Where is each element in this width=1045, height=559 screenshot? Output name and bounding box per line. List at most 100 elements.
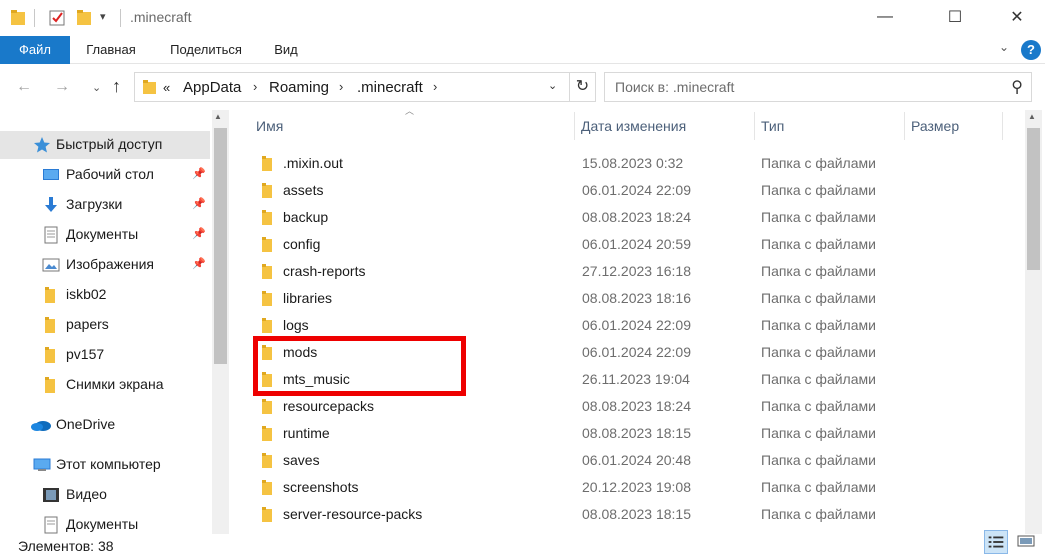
- forward-button[interactable]: →: [54, 78, 70, 96]
- column-name[interactable]: Имя: [256, 118, 283, 134]
- sidebar-item-label: Быстрый доступ: [56, 136, 163, 152]
- properties-icon[interactable]: [48, 9, 66, 27]
- video-icon: [43, 488, 59, 502]
- tab-view[interactable]: Вид: [266, 36, 306, 64]
- file-date: 08.08.2023 18:24: [582, 398, 691, 414]
- column-divider[interactable]: [754, 112, 755, 140]
- maximize-button[interactable]: ☐: [932, 0, 978, 34]
- column-divider[interactable]: [574, 112, 575, 140]
- sidebar-item-screenshots[interactable]: Снимки экрана: [0, 371, 210, 399]
- onedrive-icon: [31, 421, 51, 431]
- sidebar-item-pictures[interactable]: Изображения 📌: [0, 251, 210, 279]
- file-row[interactable]: crash-reports 27.12.2023 16:18 Папка с фай…: [252, 258, 1022, 285]
- file-type: Папка с файлами: [761, 317, 876, 333]
- file-name: screenshots: [283, 479, 359, 495]
- star-icon: [34, 137, 50, 153]
- file-row[interactable]: logs 06.01.2024 22:09 Папка с файлами: [252, 312, 1022, 339]
- file-type: Папка с файлами: [761, 344, 876, 360]
- sidebar-item-this-pc[interactable]: Этот компьютер: [0, 451, 210, 479]
- documents-icon: [44, 516, 58, 534]
- file-row[interactable]: libraries 08.08.2023 18:16 Папка с файлами: [252, 285, 1022, 312]
- file-row[interactable]: runtime 08.08.2023 18:15 Папка с файлами: [252, 420, 1022, 447]
- column-type[interactable]: Тип: [761, 118, 784, 134]
- sidebar-item-downloads[interactable]: Загрузки 📌: [0, 191, 210, 219]
- breadcrumb-roaming[interactable]: Roaming: [269, 79, 329, 96]
- folder-icon: [45, 377, 55, 393]
- file-row[interactable]: config 06.01.2024 20:59 Папка с файлами: [252, 231, 1022, 258]
- file-row[interactable]: .mixin.out 15.08.2023 0:32 Папка с файлами: [252, 150, 1022, 177]
- file-name: server-resource-packs: [283, 506, 423, 522]
- file-date: 08.08.2023 18:15: [582, 506, 691, 522]
- column-size[interactable]: Размер: [911, 118, 959, 134]
- sidebar-item-pv157[interactable]: pv157: [0, 341, 210, 369]
- refresh-button[interactable]: ↻: [570, 72, 596, 102]
- file-type: Папка с файлами: [761, 209, 876, 225]
- details-view-icon[interactable]: [984, 530, 1008, 554]
- file-row[interactable]: backup 08.08.2023 18:24 Папка с файлами: [252, 204, 1022, 231]
- pin-icon: 📌: [192, 228, 206, 240]
- recent-locations-button[interactable]: ⌄: [92, 81, 101, 94]
- folder-icon: [262, 507, 272, 522]
- large-icons-view-icon[interactable]: [1014, 530, 1038, 554]
- scroll-up-icon[interactable]: ▲: [214, 112, 222, 121]
- tab-home[interactable]: Главная: [78, 36, 144, 64]
- folder-icon: [45, 347, 55, 363]
- window-title: .minecraft: [130, 9, 192, 25]
- sidebar-scrollbar-thumb[interactable]: [214, 128, 227, 364]
- file-list-scrollbar-thumb[interactable]: [1027, 128, 1040, 270]
- minimize-button[interactable]: —: [862, 0, 908, 34]
- file-date: 06.01.2024 22:09: [582, 317, 691, 333]
- sidebar-item-label: Документы: [66, 516, 139, 532]
- chevron-right-icon[interactable]: ›: [433, 79, 437, 94]
- column-divider[interactable]: [904, 112, 905, 140]
- breadcrumb-appdata[interactable]: AppData: [183, 79, 241, 96]
- breadcrumb-minecraft[interactable]: .minecraft: [357, 79, 423, 96]
- file-type: Папка с файлами: [761, 263, 876, 279]
- sidebar-item-pc-documents[interactable]: Документы: [0, 511, 210, 534]
- sidebar-item-quick-access[interactable]: Быстрый доступ: [0, 131, 210, 159]
- file-date: 06.01.2024 20:59: [582, 236, 691, 252]
- file-row[interactable]: saves 06.01.2024 20:48 Папка с файлами: [252, 447, 1022, 474]
- column-divider[interactable]: [1002, 112, 1003, 140]
- close-button[interactable]: ✕: [994, 0, 1040, 34]
- chevron-right-icon[interactable]: ›: [339, 79, 343, 94]
- customize-quick-access-icon[interactable]: ▾: [100, 10, 106, 23]
- new-folder-icon[interactable]: [76, 9, 92, 27]
- sidebar-item-label: papers: [66, 316, 109, 332]
- search-box[interactable]: Поиск в: .minecraft ⚲: [604, 72, 1032, 102]
- documents-icon: [44, 226, 58, 244]
- status-bar: Элементов: 38: [0, 534, 1045, 559]
- up-button[interactable]: ↑: [112, 76, 121, 97]
- sidebar-item-label: iskb02: [66, 286, 107, 302]
- pin-icon: 📌: [192, 258, 206, 270]
- file-row[interactable]: server-resource-packs 08.08.2023 18:15 Пап…: [252, 501, 1022, 528]
- address-overflow[interactable]: «: [163, 80, 170, 95]
- sidebar-item-papers[interactable]: papers: [0, 311, 210, 339]
- file-type: Папка с файлами: [761, 398, 876, 414]
- file-row[interactable]: assets 06.01.2024 22:09 Папка с файлами: [252, 177, 1022, 204]
- scroll-up-icon[interactable]: ▲: [1028, 112, 1036, 121]
- column-date[interactable]: Дата изменения: [581, 118, 686, 134]
- help-button[interactable]: ?: [1021, 40, 1041, 60]
- address-bar[interactable]: « AppData › Roaming › .minecraft ›: [134, 72, 570, 102]
- file-row[interactable]: screenshots 20.12.2023 19:08 Папка с файла…: [252, 474, 1022, 501]
- sidebar-item-desktop[interactable]: Рабочий стол 📌: [0, 161, 210, 189]
- tab-file[interactable]: Файл: [0, 36, 70, 64]
- file-name: .mixin.out: [283, 155, 343, 171]
- file-row[interactable]: resourcepacks 08.08.2023 18:24 Папка с фай…: [252, 393, 1022, 420]
- sidebar-item-documents[interactable]: Документы 📌: [0, 221, 210, 249]
- chevron-right-icon[interactable]: ›: [253, 79, 257, 94]
- tab-share[interactable]: Поделиться: [160, 36, 252, 64]
- sidebar-item-iskb02[interactable]: iskb02: [0, 281, 210, 309]
- back-button[interactable]: ←: [16, 78, 32, 96]
- address-dropdown-icon[interactable]: ⌄: [548, 79, 557, 92]
- search-icon[interactable]: ⚲: [1011, 77, 1023, 97]
- sidebar-item-onedrive[interactable]: OneDrive: [0, 411, 210, 439]
- sidebar-item-label: OneDrive: [56, 416, 116, 432]
- ribbon-collapse-button[interactable]: ⌄: [999, 40, 1015, 58]
- sidebar-item-video[interactable]: Видео: [0, 481, 210, 509]
- pictures-icon: [42, 258, 60, 272]
- downloads-icon: [45, 197, 57, 212]
- file-type: Папка с файлами: [761, 425, 876, 441]
- file-type: Папка с файлами: [761, 479, 876, 495]
